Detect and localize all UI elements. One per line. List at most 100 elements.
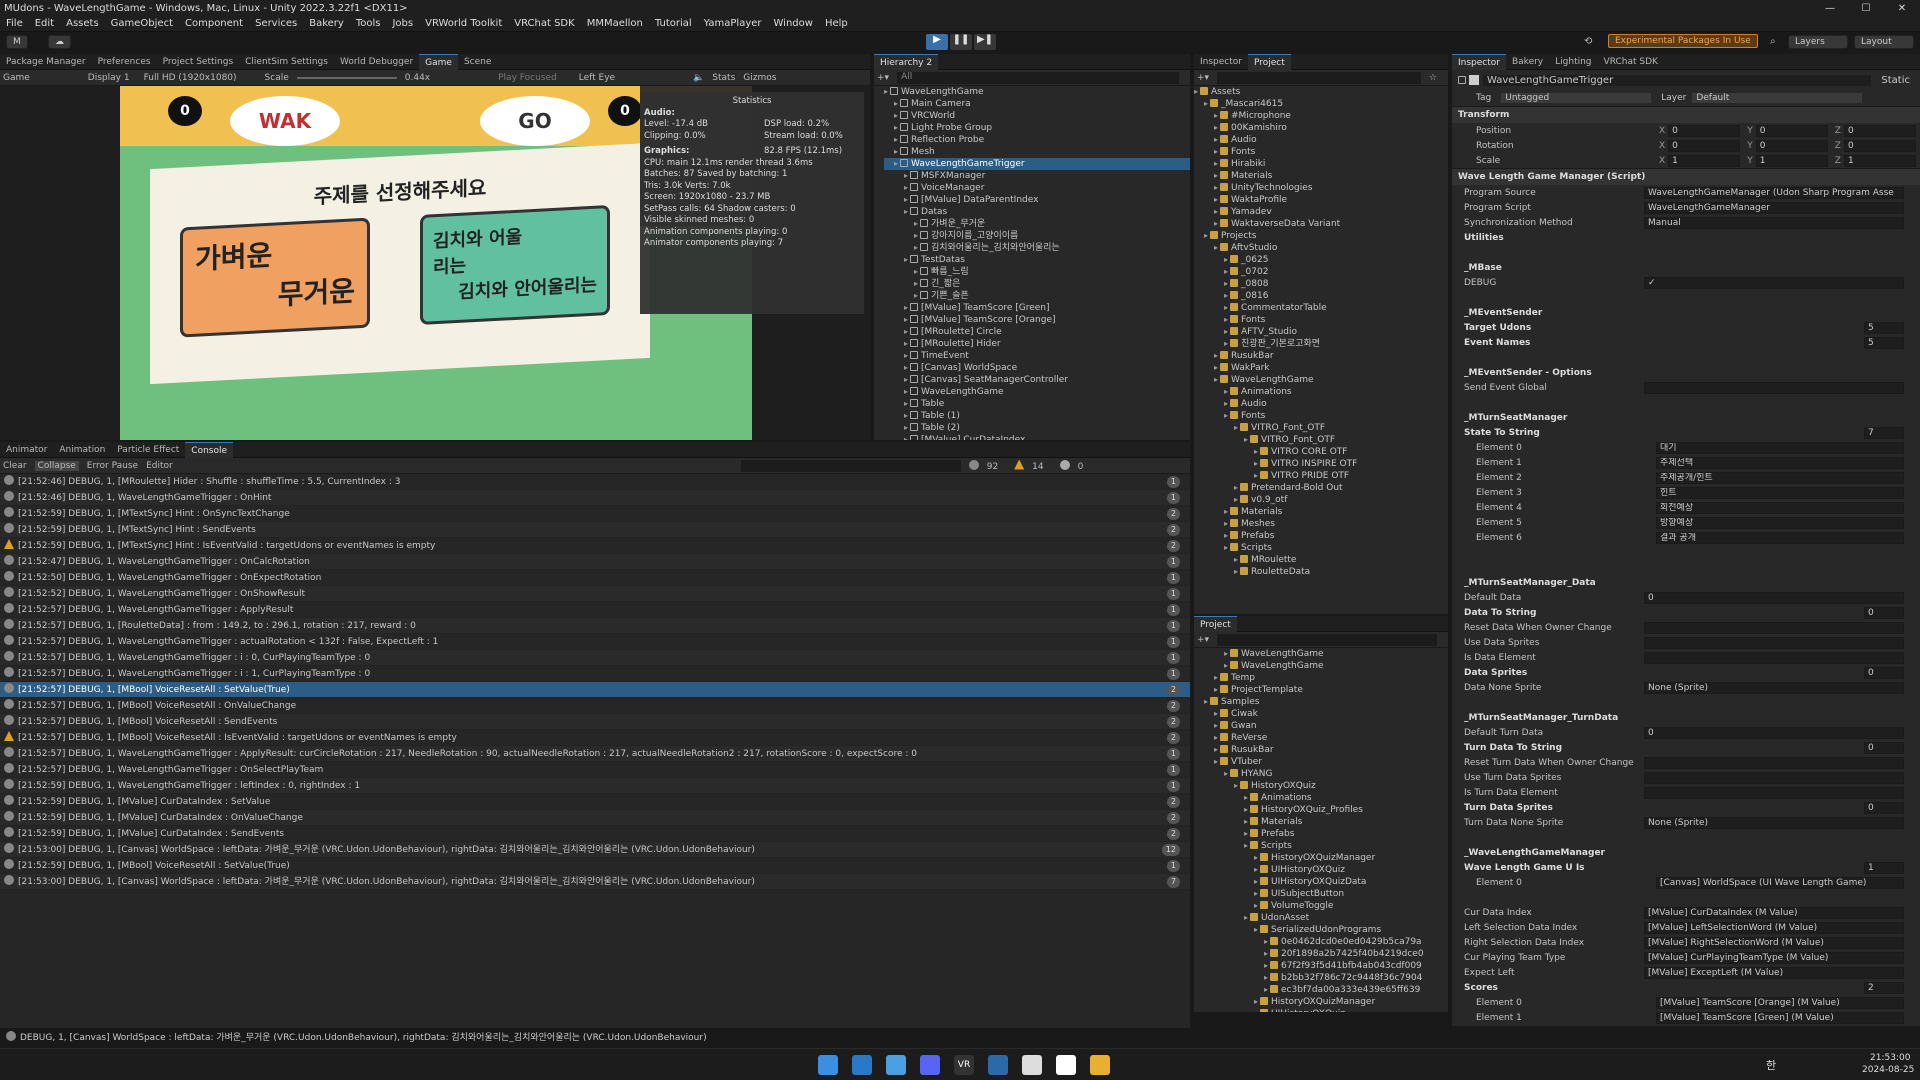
- expand-arrow-icon[interactable]: ▸: [1224, 399, 1228, 408]
- notepad-icon[interactable]: [1056, 1055, 1076, 1075]
- expand-arrow-icon[interactable]: ▸: [1224, 661, 1228, 670]
- tree-item[interactable]: ▸ Meshes: [1194, 518, 1448, 530]
- tree-item[interactable]: ▸ Pretendard-Bold Out: [1194, 482, 1448, 494]
- game-mode-dropdown[interactable]: Game: [3, 73, 30, 83]
- tree-item[interactable]: ▸ 기쁜_슬픈: [884, 290, 1190, 302]
- field-value[interactable]: 0: [1864, 606, 1904, 619]
- menu-4[interactable]: Component: [179, 18, 249, 29]
- expand-arrow-icon[interactable]: ▸: [904, 387, 908, 396]
- field-value[interactable]: ✓: [1644, 276, 1904, 289]
- expand-arrow-icon[interactable]: ▸: [894, 147, 898, 156]
- expand-arrow-icon[interactable]: ▸: [1244, 793, 1248, 802]
- console-line[interactable]: [21:52:59] DEBUG, 1, [MValue] CurDataInd…: [0, 826, 1190, 842]
- console-line[interactable]: [21:52:57] DEBUG, 1, WaveLengthGameTrigg…: [0, 650, 1190, 666]
- tree-item[interactable]: ▸ Assets: [1194, 86, 1448, 98]
- stats-button[interactable]: Stats: [712, 73, 735, 83]
- tree-item[interactable]: ▸ UIHistoryOXQuiz: [1194, 864, 1448, 876]
- field-value[interactable]: 1: [1864, 861, 1904, 874]
- collapse-button[interactable]: Collapse: [34, 460, 79, 471]
- scale-x-field[interactable]: 1: [1668, 154, 1741, 167]
- expand-arrow-icon[interactable]: ▸: [1214, 159, 1218, 168]
- console-line[interactable]: [21:52:59] DEBUG, 1, WaveLengthGameTrigg…: [0, 778, 1190, 794]
- console-line[interactable]: [21:52:46] DEBUG, 1, WaveLengthGameTrigg…: [0, 490, 1190, 506]
- cloud-icon[interactable]: ☁: [48, 35, 71, 49]
- expand-arrow-icon[interactable]: ▸: [1224, 507, 1228, 516]
- console-search[interactable]: [740, 459, 961, 472]
- add-icon[interactable]: +▾: [877, 73, 889, 83]
- expand-arrow-icon[interactable]: ▸: [1244, 817, 1248, 826]
- tree-item[interactable]: ▸ HistoryOXQuiz: [1194, 780, 1448, 792]
- error-pause-button[interactable]: Error Pause: [87, 461, 138, 471]
- expand-arrow-icon[interactable]: ▸: [1234, 567, 1238, 576]
- tree-item[interactable]: ▸ 긴_짧은: [884, 278, 1190, 290]
- layer-dropdown[interactable]: Default: [1692, 93, 1863, 103]
- tree-item[interactable]: ▸ Fonts: [1194, 314, 1448, 326]
- clock-date[interactable]: 2024-08-25: [1862, 1065, 1914, 1075]
- expand-arrow-icon[interactable]: ▸: [1224, 303, 1228, 312]
- tree-item[interactable]: ▸ CommentatorTable: [1194, 302, 1448, 314]
- option-right[interactable]: 김치와 어울리는 김치와 안어울리는: [420, 204, 610, 325]
- tree-item[interactable]: ▸ _0625: [1194, 254, 1448, 266]
- field-value[interactable]: [MValue] LeftSelectionWord (M Value): [1644, 921, 1904, 934]
- expand-arrow-icon[interactable]: ▸: [1214, 195, 1218, 204]
- expand-arrow-icon[interactable]: ▸: [1214, 243, 1218, 252]
- expand-arrow-icon[interactable]: ▸: [1244, 829, 1248, 838]
- field-value[interactable]: 5: [1864, 321, 1904, 334]
- expand-arrow-icon[interactable]: ▸: [904, 411, 908, 420]
- field-value[interactable]: [1644, 621, 1904, 634]
- expand-arrow-icon[interactable]: ▸: [1224, 649, 1228, 658]
- tree-item[interactable]: ▸ Audio: [1194, 398, 1448, 410]
- tree-item[interactable]: ▸ UISubjectButton: [1194, 888, 1448, 900]
- expand-arrow-icon[interactable]: ▸: [1214, 183, 1218, 192]
- tree-item[interactable]: ▸ Fonts: [1194, 410, 1448, 422]
- tree-item[interactable]: ▸ HistoryOXQuizManager: [1194, 996, 1448, 1008]
- expand-arrow-icon[interactable]: ▸: [1254, 889, 1258, 898]
- tree-item[interactable]: ▸ 강아지이름_고양이이름: [884, 230, 1190, 242]
- tree-item[interactable]: ▸ SerializedUdonPrograms: [1194, 924, 1448, 936]
- scale-z-field[interactable]: 1: [1843, 154, 1916, 167]
- tree-item[interactable]: ▸ HistoryOXQuiz_Profiles: [1194, 804, 1448, 816]
- tree-item[interactable]: ▸ WaveLengthGame: [1194, 660, 1448, 672]
- expand-arrow-icon[interactable]: ▸: [904, 303, 908, 312]
- expand-arrow-icon[interactable]: ▸: [1224, 315, 1228, 324]
- menu-0[interactable]: File: [0, 18, 29, 29]
- tab-0[interactable]: Animator: [0, 442, 53, 458]
- menu-8[interactable]: Jobs: [386, 18, 419, 29]
- tree-item[interactable]: ▸ HistoryOXQuizManager: [1194, 852, 1448, 864]
- console-line[interactable]: [21:52:57] DEBUG, 1, WaveLengthGameTrigg…: [0, 602, 1190, 618]
- active-checkbox[interactable]: [1469, 75, 1479, 85]
- tree-item[interactable]: ▸ ProjectTemplate: [1194, 684, 1448, 696]
- tree-item[interactable]: ▸ WaveLengthGame: [1194, 648, 1448, 660]
- console-line[interactable]: [21:52:59] DEBUG, 1, [MBool] VoiceResetA…: [0, 858, 1190, 874]
- explorer-icon[interactable]: [1090, 1055, 1110, 1075]
- expand-arrow-icon[interactable]: ▸: [904, 183, 908, 192]
- field-value[interactable]: [1644, 381, 1904, 394]
- option-left[interactable]: 가벼운 무거운: [180, 217, 370, 338]
- expand-arrow-icon[interactable]: ▸: [904, 195, 908, 204]
- expand-arrow-icon[interactable]: ▸: [1214, 207, 1218, 216]
- rot-z-field[interactable]: 0: [1843, 139, 1916, 152]
- field-value[interactable]: [1644, 636, 1904, 649]
- expand-arrow-icon[interactable]: ▸: [904, 351, 908, 360]
- console-line[interactable]: [21:52:59] DEBUG, 1, [MTextSync] Hint : …: [0, 538, 1190, 554]
- expand-arrow-icon[interactable]: ▸: [904, 435, 908, 440]
- expand-arrow-icon[interactable]: ▸: [1264, 961, 1268, 970]
- console-line[interactable]: [21:52:57] DEBUG, 1, [MBool] VoiceResetA…: [0, 698, 1190, 714]
- expand-arrow-icon[interactable]: ▸: [1224, 769, 1228, 778]
- tree-item[interactable]: ▸ VITRO_Font_OTF: [1194, 434, 1448, 446]
- menu-12[interactable]: Tutorial: [649, 18, 698, 29]
- expand-arrow-icon[interactable]: ▸: [1214, 709, 1218, 718]
- tag-dropdown[interactable]: Untagged: [1501, 93, 1652, 103]
- expand-arrow-icon[interactable]: ▸: [1224, 255, 1228, 264]
- expand-arrow-icon[interactable]: ▸: [1254, 853, 1258, 862]
- field-value[interactable]: [Canvas] WorldSpace (UI Wave Length Game…: [1656, 876, 1904, 889]
- scale-slider[interactable]: [296, 76, 397, 79]
- tab-2[interactable]: Particle Effect: [111, 442, 185, 458]
- rot-x-field[interactable]: 0: [1668, 139, 1741, 152]
- menu-10[interactable]: VRChat SDK: [508, 18, 580, 29]
- console-line[interactable]: [21:53:00] DEBUG, 1, [Canvas] WorldSpace…: [0, 842, 1190, 858]
- console-line[interactable]: [21:52:57] DEBUG, 1, WaveLengthGameTrigg…: [0, 666, 1190, 682]
- tree-item[interactable]: ▸ 가벼운_무거운: [884, 218, 1190, 230]
- scale-y-field[interactable]: 1: [1755, 154, 1828, 167]
- tree-item[interactable]: ▸ Audio: [1194, 134, 1448, 146]
